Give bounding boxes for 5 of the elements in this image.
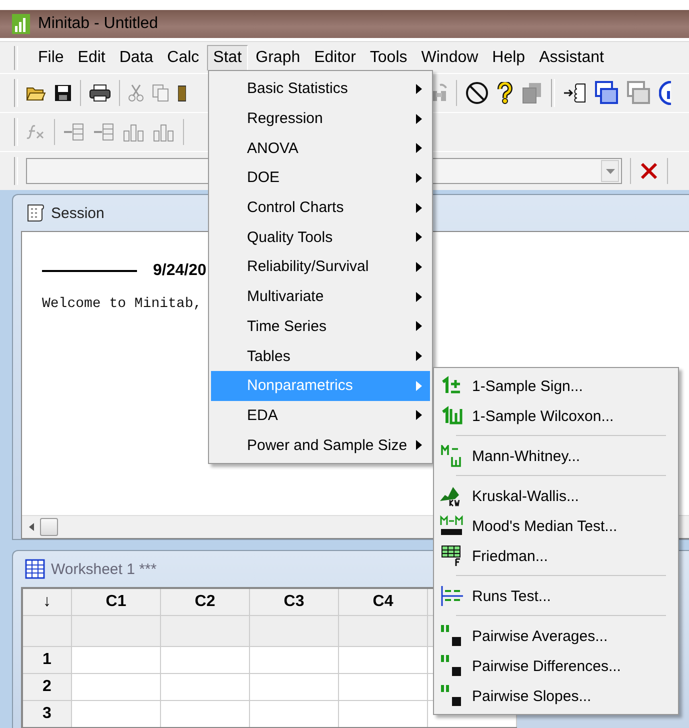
window-title: Minitab - Untitled	[38, 15, 158, 33]
window-title: Session	[51, 204, 104, 222]
session-text: Welcome to Minitab,	[42, 296, 202, 312]
window-title: Worksheet 1 ***	[51, 560, 157, 578]
session-date: 9/24/20	[153, 262, 206, 280]
